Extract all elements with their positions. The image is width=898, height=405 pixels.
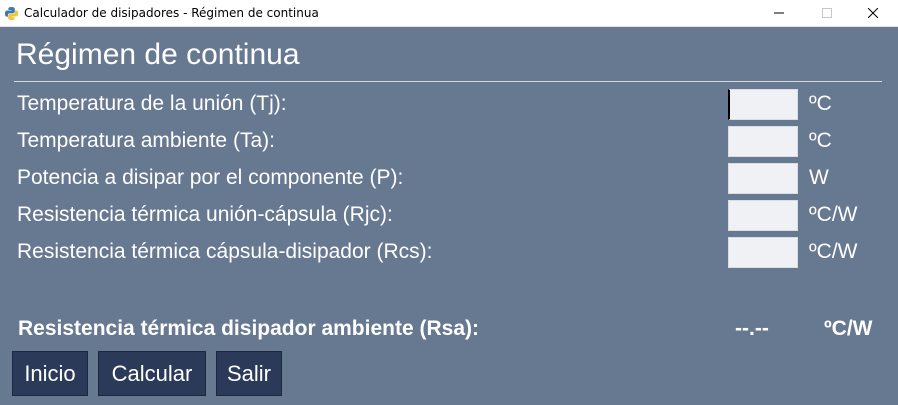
title-bar: Calculador de disipadores - Régimen de c… [0,0,898,27]
p-unit: W [809,166,829,189]
rjc-label: Resistencia térmica unión-cápsula (Rjc): [17,203,393,226]
window-title: Calculador de disipadores - Régimen de c… [24,6,319,20]
salir-button[interactable]: Salir [216,351,282,396]
p-label: Potencia a disipar por el componente (P)… [17,166,404,189]
inicio-button[interactable]: Inicio [12,351,88,396]
ta-label: Temperatura ambiente (Ta): [17,129,275,152]
ta-unit: ºC [809,129,832,152]
page-title: Régimen de continua [16,38,300,71]
ta-input[interactable] [728,126,798,157]
close-icon [868,8,878,18]
rsa-unit: ºC/W [824,317,873,340]
tj-input[interactable] [728,89,798,120]
close-button[interactable] [851,0,897,27]
rcs-label: Resistencia térmica cápsula-disipador (R… [17,240,433,263]
python-icon [4,6,19,21]
minimize-icon [774,12,784,14]
minimize-button[interactable] [757,0,803,27]
rcs-input[interactable] [728,237,798,268]
separator [14,81,882,82]
rsa-label: Resistencia térmica disipador ambiente (… [18,317,479,340]
p-input[interactable] [728,163,798,194]
calcular-button[interactable]: Calcular [98,351,206,396]
rjc-input[interactable] [728,200,798,231]
rjc-unit: ºC/W [809,203,858,226]
rsa-value: --.-- [735,317,769,340]
tj-unit: ºC [809,92,832,115]
tj-label: Temperatura de la unión (Tj): [17,92,287,115]
client-area: Régimen de continua Temperatura de la un… [0,27,898,405]
maximize-button[interactable] [805,0,851,27]
maximize-icon [822,8,832,18]
rcs-unit: ºC/W [809,240,858,263]
